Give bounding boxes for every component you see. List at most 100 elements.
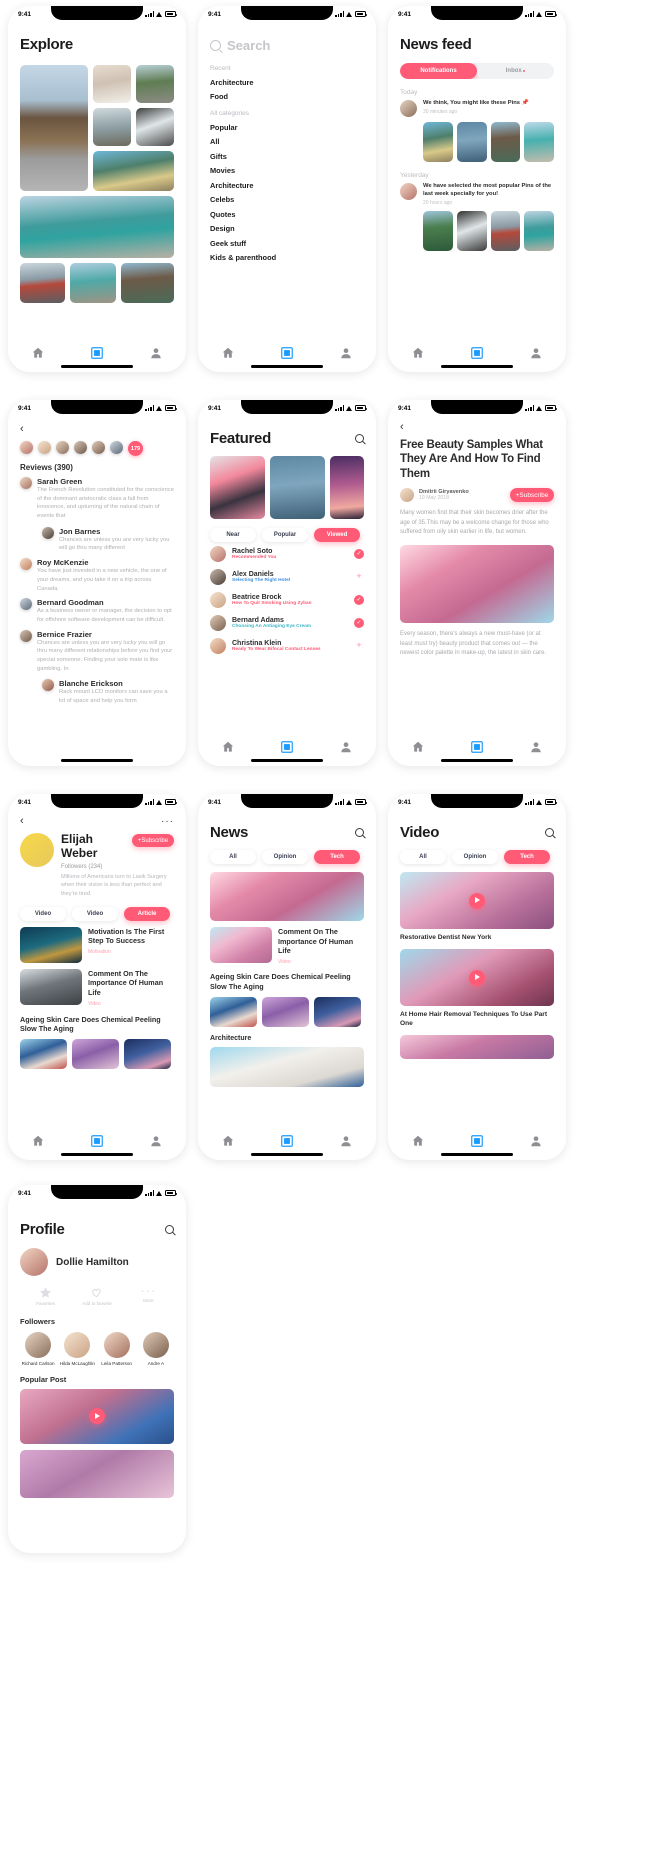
- feed-icon[interactable]: [280, 346, 294, 360]
- category-quotes[interactable]: Quotes: [210, 210, 364, 219]
- avatar[interactable]: [20, 441, 33, 454]
- filter-video-2[interactable]: Video: [72, 906, 118, 921]
- category-all[interactable]: All: [210, 137, 364, 146]
- filter-tech[interactable]: Tech: [314, 850, 360, 864]
- tab-notifications[interactable]: Notifications: [400, 63, 477, 79]
- post-item[interactable]: Motivation Is The First Step To Success …: [20, 926, 174, 963]
- subscribe-button[interactable]: +Subscribe: [510, 488, 554, 503]
- thumb[interactable]: [210, 996, 257, 1027]
- notification-card[interactable]: We think, You might like these Pins 📌 30…: [400, 100, 554, 117]
- explore-photo-road[interactable]: [136, 65, 174, 103]
- category-popular[interactable]: Popular: [210, 123, 364, 132]
- thumb[interactable]: [524, 210, 554, 251]
- action-add-to-favorite[interactable]: Add to favorite: [71, 1286, 122, 1307]
- avatar[interactable]: [74, 441, 87, 454]
- filter-article[interactable]: Article: [124, 906, 170, 921]
- thumb[interactable]: [456, 210, 487, 251]
- thumb[interactable]: [456, 122, 487, 162]
- feed-icon[interactable]: [90, 346, 104, 360]
- home-icon[interactable]: [31, 346, 45, 360]
- filter-popular[interactable]: Popular: [262, 528, 308, 542]
- plus-icon[interactable]: +: [354, 640, 364, 651]
- video-thumb[interactable]: [400, 949, 554, 1006]
- subscribe-button[interactable]: +Subscribe: [132, 834, 174, 847]
- check-icon[interactable]: ✓: [354, 594, 364, 605]
- thumb[interactable]: [20, 1039, 67, 1070]
- category-architecture[interactable]: Architecture: [210, 181, 364, 190]
- follower-item[interactable]: Andre A: [138, 1331, 174, 1366]
- feed-icon[interactable]: [280, 740, 294, 754]
- explore-photo-bridge[interactable]: [20, 65, 88, 191]
- explore-photo-redjacket[interactable]: [20, 263, 66, 303]
- profile-icon[interactable]: [529, 740, 543, 754]
- plus-icon[interactable]: +: [354, 571, 364, 582]
- category-geek-stuff[interactable]: Geek stuff: [210, 239, 364, 248]
- filter-all[interactable]: All: [210, 850, 256, 864]
- popular-post[interactable]: [20, 1449, 174, 1498]
- search-icon[interactable]: [355, 828, 364, 837]
- featured-photo-smoke[interactable]: [210, 456, 266, 519]
- home-icon[interactable]: [221, 1134, 235, 1148]
- follower-item[interactable]: Richard Carlson: [20, 1331, 56, 1366]
- category-design[interactable]: Design: [210, 224, 364, 233]
- filter-video-1[interactable]: Video: [20, 906, 66, 921]
- category-gifts[interactable]: Gifts: [210, 152, 364, 161]
- back-button[interactable]: ‹: [20, 424, 174, 435]
- profile-icon[interactable]: [529, 346, 543, 360]
- person-row[interactable]: Beatrice Brock How To Quit Smoking Using…: [210, 588, 364, 611]
- thumb[interactable]: [524, 122, 554, 162]
- thumb[interactable]: [423, 122, 453, 162]
- search-icon[interactable]: [165, 1225, 174, 1234]
- profile-icon[interactable]: [149, 1134, 163, 1148]
- reviewers-more-count[interactable]: 179: [128, 441, 143, 456]
- explore-photo-mtn[interactable]: [93, 65, 131, 103]
- section-image[interactable]: [210, 1046, 364, 1087]
- person-row[interactable]: Christina Klein Ready To Wear Bifocal Co…: [210, 634, 364, 657]
- check-icon[interactable]: ✓: [354, 548, 364, 559]
- profile-icon[interactable]: [529, 1134, 543, 1148]
- search-field[interactable]: Search: [210, 38, 364, 53]
- thumb[interactable]: [490, 210, 521, 251]
- explore-photo-fall[interactable]: [136, 108, 174, 146]
- feed-icon[interactable]: [470, 346, 484, 360]
- avatar[interactable]: [38, 441, 51, 454]
- home-icon[interactable]: [31, 1134, 45, 1148]
- explore-photo-hiker[interactable]: [93, 151, 174, 191]
- action-more[interactable]: ··· More: [123, 1284, 174, 1307]
- person-row[interactable]: Alex Daniels Selecting The Right Hotel +: [210, 565, 364, 588]
- post-item[interactable]: Comment On The Importance Of Human Life …: [20, 968, 174, 1007]
- profile-icon[interactable]: [149, 346, 163, 360]
- search-icon[interactable]: [355, 434, 364, 443]
- avatar[interactable]: [110, 441, 123, 454]
- feed-icon[interactable]: [280, 1134, 294, 1148]
- explore-photo-lakegirl[interactable]: [70, 263, 116, 303]
- action-favorites[interactable]: Favorites: [20, 1286, 71, 1307]
- feed-icon[interactable]: [90, 1134, 104, 1148]
- notification-card[interactable]: We have selected the most popular Pins o…: [400, 183, 554, 206]
- explore-photo-pier[interactable]: [120, 263, 175, 303]
- article-image[interactable]: [400, 544, 554, 623]
- profile-icon[interactable]: [339, 346, 353, 360]
- featured-photo-water[interactable]: [270, 456, 326, 519]
- person-row[interactable]: Rachel Soto Recommended You ✓: [210, 542, 364, 565]
- explore-photo-lake[interactable]: [20, 196, 174, 258]
- check-icon[interactable]: ✓: [354, 617, 364, 628]
- play-icon[interactable]: [469, 969, 485, 986]
- home-icon[interactable]: [221, 740, 235, 754]
- thumb[interactable]: [262, 996, 309, 1027]
- news-hero-image[interactable]: [210, 872, 364, 921]
- profile-icon[interactable]: [339, 740, 353, 754]
- thumb[interactable]: [423, 210, 453, 251]
- recent-item-food[interactable]: Food: [210, 92, 364, 101]
- profile-icon[interactable]: [339, 1134, 353, 1148]
- feed-icon[interactable]: [470, 740, 484, 754]
- thumb[interactable]: [490, 122, 521, 162]
- popular-post[interactable]: [20, 1388, 174, 1444]
- play-icon[interactable]: [89, 1408, 105, 1424]
- follower-item[interactable]: Hilda McLaughlin: [59, 1331, 95, 1366]
- explore-photo-bench[interactable]: [93, 108, 131, 146]
- avatar[interactable]: [56, 441, 69, 454]
- thumb[interactable]: [124, 1039, 171, 1070]
- filter-opinion[interactable]: Opinion: [452, 850, 498, 864]
- filter-near[interactable]: Near: [210, 528, 256, 542]
